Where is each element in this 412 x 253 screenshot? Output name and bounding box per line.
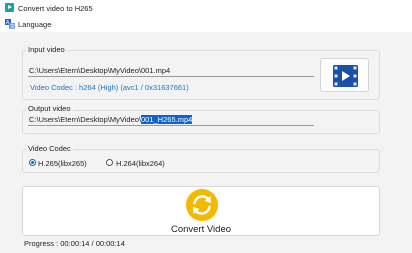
h264-option-label[interactable]: H.264(libx264) xyxy=(116,159,165,168)
language-menu[interactable]: Language xyxy=(18,20,51,29)
convert-video-label: Convert Video xyxy=(170,224,232,235)
menu-bar: A 文 Language xyxy=(0,16,412,32)
output-path-selection: 001_H265.mp4 xyxy=(141,115,193,124)
select-video-button[interactable] xyxy=(320,58,369,92)
app-video-icon xyxy=(5,3,14,12)
window-title: Convert video to H265 xyxy=(18,4,93,13)
video-codec-label: Video Codec xyxy=(26,144,73,153)
output-video-label: Output video xyxy=(26,104,73,113)
h265-option-label[interactable]: H.265(libx265) xyxy=(38,159,87,168)
title-bar[interactable]: Convert video to H265 xyxy=(0,0,412,16)
h265-radio[interactable] xyxy=(29,159,36,166)
h264-radio[interactable] xyxy=(106,159,113,166)
svg-text:文: 文 xyxy=(10,23,15,29)
progress-status: Progress : 00:00:14 / 00:00:14 xyxy=(24,239,125,248)
output-video-path-field[interactable]: C:\Users\Etern\Desktop\MyVideo\001_H265.… xyxy=(28,115,314,126)
input-video-path-field[interactable]: C:\Users\Etern\Desktop\MyVideo\001.mp4 xyxy=(28,66,314,77)
input-codec-info: Video Codec : h264 (High) (avc1 / 0x3163… xyxy=(30,83,189,92)
video-file-icon xyxy=(333,65,358,87)
convert-refresh-icon xyxy=(186,189,218,221)
output-path-prefix: C:\Users\Etern\Desktop\MyVideo\ xyxy=(29,115,141,124)
convert-video-button[interactable]: Convert Video xyxy=(22,186,380,236)
language-icon[interactable]: A 文 xyxy=(5,19,16,30)
input-video-label: Input video xyxy=(26,45,67,54)
